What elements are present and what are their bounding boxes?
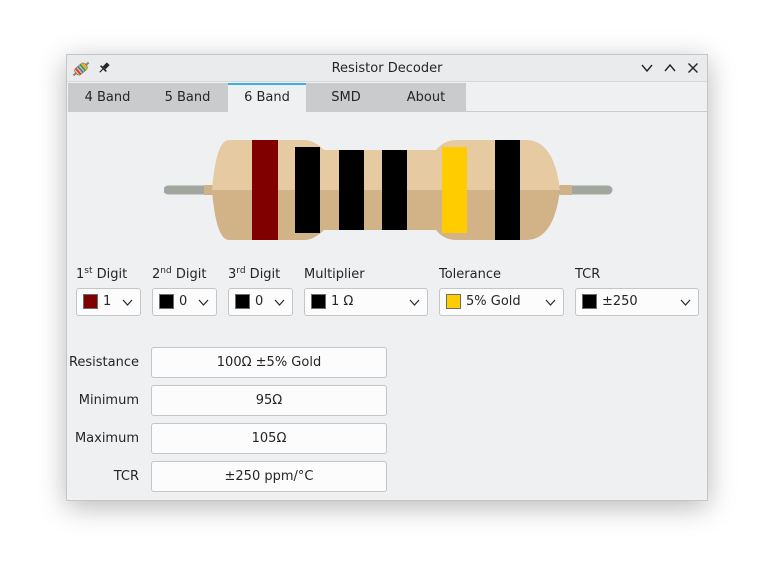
tab-6-band[interactable]: 6 Band [228,83,306,112]
tab-4-band[interactable]: 4 Band [68,83,147,112]
combo-value: 1 Ω [331,294,354,309]
label-tolerance: Tolerance [439,267,501,282]
resistor-illustration [164,140,613,240]
combo-3rd-digit[interactable]: 0 [228,288,293,316]
title-bar: Resistor Decoder [67,55,707,82]
resistance-field[interactable]: 100Ω ±5% Gold [151,347,387,378]
label-2nd-digit: 2nd Digit [152,266,207,282]
color-swatch [159,294,174,309]
band-tolerance [442,147,467,233]
color-swatch [311,294,326,309]
band-multiplier [382,147,407,233]
color-swatch [446,294,461,309]
chevron-down-icon [122,299,133,306]
tab-bar: 4 Band 5 Band 6 Band SMD About [68,83,466,112]
chevron-down-icon[interactable] [639,60,655,76]
combo-value: 5% Gold [466,294,521,309]
combo-value: 0 [255,294,264,309]
tab-about[interactable]: About [386,83,466,112]
combo-multiplier[interactable]: 1 Ω [304,288,428,316]
resistor-decoder-window: Resistor Decoder 4 Band 5 Band 6 Band SM… [66,54,708,501]
window-title: Resistor Decoder [331,61,443,76]
tcr-field[interactable]: ±250 ppm/°C [151,461,387,492]
label-minimum: Minimum [78,393,139,408]
maximum-field[interactable]: 105Ω [151,423,387,454]
combo-value: 0 [179,294,188,309]
chevron-up-icon[interactable] [662,60,678,76]
combo-1st-digit[interactable]: 1 [76,288,141,316]
minimum-field[interactable]: 95Ω [151,385,387,416]
combo-2nd-digit[interactable]: 0 [152,288,217,316]
chevron-down-icon [545,299,556,306]
chevron-down-icon [198,299,209,306]
chevron-down-icon [274,299,285,306]
combo-value: 1 [103,294,112,309]
combo-value: ±250 [602,294,638,309]
label-resistance: Resistance [68,355,139,370]
band-2nd-digit [295,147,320,233]
label-tcr-result: TCR [113,469,139,484]
band-3rd-digit [339,147,364,233]
chevron-down-icon [409,299,420,306]
label-maximum: Maximum [74,431,139,446]
chevron-down-icon [680,299,691,306]
label-3rd-digit: 3rd Digit [228,266,281,282]
combo-tcr[interactable]: ±250 [575,288,699,316]
color-swatch [235,294,250,309]
band-1st-digit [252,140,278,240]
color-swatch [83,294,98,309]
color-swatch [582,294,597,309]
label-1st-digit: 1st Digit [76,266,128,282]
label-multiplier: Multiplier [304,267,365,282]
tab-divider [466,111,707,112]
band-tcr [495,140,520,240]
combo-tolerance[interactable]: 5% Gold [439,288,564,316]
lead-collar-right [560,185,572,195]
label-tcr: TCR [575,267,601,282]
close-icon[interactable] [685,60,701,76]
tab-smd[interactable]: SMD [306,83,386,112]
tab-5-band[interactable]: 5 Band [147,83,228,112]
